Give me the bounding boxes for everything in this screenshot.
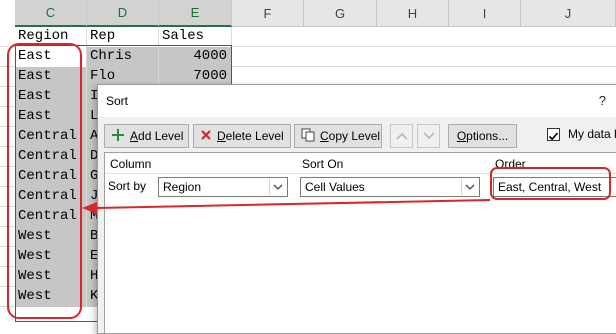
sort-on-select[interactable]: Cell Values (300, 177, 480, 197)
sort-on-heading: Sort On (302, 157, 344, 171)
column-header-d[interactable]: D (87, 0, 159, 27)
add-level-button[interactable]: Add Level (104, 124, 189, 148)
cell-rep[interactable]: Chris (87, 47, 159, 67)
column-select[interactable]: Region (158, 177, 288, 197)
column-header-h[interactable]: H (377, 0, 449, 27)
column-header-c[interactable]: C (15, 0, 87, 27)
dialog-title: Sort (106, 94, 129, 108)
column-header-i[interactable]: I (449, 0, 521, 27)
move-down-button[interactable] (417, 124, 440, 148)
help-button[interactable]: ? (599, 93, 606, 108)
delete-level-button[interactable]: Delete Level (193, 124, 291, 148)
sort-dialog: Sort ? Add Level Delete Level Copy Level… (97, 84, 616, 334)
options-accel: O (456, 129, 467, 143)
sort-by-label: Sort by (108, 179, 147, 193)
column-heading: Column (110, 157, 152, 171)
sheet-header-row: Region Rep Sales (0, 27, 616, 47)
column-header-f[interactable]: F (232, 0, 304, 27)
copy-level-label: opy Level (328, 129, 381, 143)
move-up-button[interactable] (390, 124, 413, 148)
cell-sales[interactable]: 4000 (159, 47, 232, 67)
chevron-up-icon (395, 132, 408, 140)
cell-header-sales[interactable]: Sales (159, 27, 232, 47)
chevron-down-icon[interactable] (461, 179, 478, 195)
chevron-down-icon[interactable] (269, 179, 286, 195)
delete-level-label: elete Level (225, 129, 284, 143)
column-select-value: Region (163, 180, 202, 194)
my-data-headers-checkbox[interactable] (547, 128, 560, 141)
plus-icon (111, 128, 125, 145)
cell-header-rep[interactable]: Rep (87, 27, 159, 47)
column-header-j[interactable]: J (521, 0, 616, 27)
copy-level-button[interactable]: Copy Level (294, 124, 382, 148)
checkmark-icon (548, 132, 559, 141)
copy-level-accel: C (320, 129, 329, 143)
region-column-highlight (7, 43, 82, 319)
copy-icon (301, 128, 315, 145)
dialog-titlebar[interactable]: Sort ? (98, 85, 616, 117)
column-header-e[interactable]: E (159, 0, 232, 27)
order-value-highlight (490, 167, 611, 200)
table-row: East Chris 4000 (0, 47, 616, 67)
add-level-accel: A (130, 129, 139, 143)
delete-x-icon (200, 129, 212, 144)
column-header-g[interactable]: G (304, 0, 377, 27)
my-data-headers-label: My data h (568, 127, 616, 141)
sort-on-select-value: Cell Values (305, 180, 365, 194)
options-label: ptions... (466, 129, 509, 143)
add-level-label: dd Level (138, 129, 184, 143)
options-button[interactable]: Options... (448, 124, 517, 148)
chevron-down-icon (422, 132, 435, 140)
delete-level-accel: D (217, 129, 226, 143)
